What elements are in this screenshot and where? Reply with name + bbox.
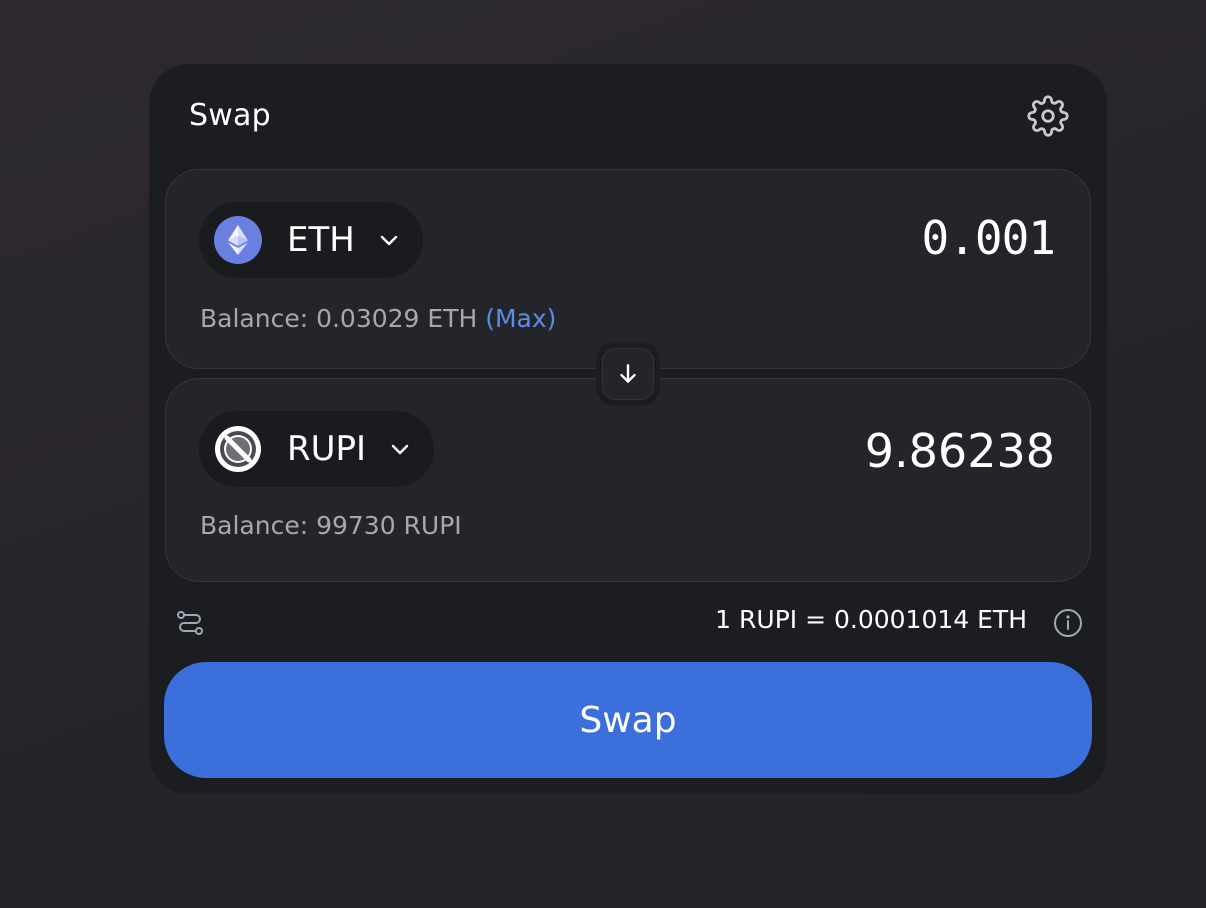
chevron-down-icon xyxy=(386,435,414,463)
exchange-rate: 1 RUPI = 0.0001014 ETH xyxy=(715,605,1027,634)
from-token-panel: ETH Balance: 0.03029 ETH (Max) xyxy=(165,169,1091,369)
chevron-down-icon xyxy=(375,226,403,254)
swap-button[interactable]: Swap xyxy=(164,662,1092,778)
to-balance-label: Balance: 99730 RUPI xyxy=(200,511,462,540)
info-icon[interactable] xyxy=(1052,607,1084,639)
to-balance: Balance: 99730 RUPI xyxy=(200,511,462,540)
to-token-panel: RUPI Balance: 99730 RUPI xyxy=(165,378,1091,582)
arrow-down-icon xyxy=(620,364,636,383)
route-icon[interactable] xyxy=(174,607,206,639)
swap-card: Swap ETH 0.001 Balance: 0.03029 ETH (Max… xyxy=(149,64,1107,794)
to-amount-input[interactable] xyxy=(653,423,1057,479)
switch-direction-button[interactable] xyxy=(602,348,654,400)
switch-direction-container xyxy=(596,342,660,406)
no-symbol-icon xyxy=(214,425,262,473)
gear-icon xyxy=(1027,95,1069,137)
card-title: Swap xyxy=(189,98,271,133)
from-token-symbol: ETH xyxy=(287,220,355,260)
from-balance-label: Balance: 0.03029 ETH xyxy=(200,304,478,333)
to-token-symbol: RUPI xyxy=(287,429,367,469)
from-amount-input[interactable] xyxy=(653,210,1057,266)
settings-button[interactable] xyxy=(1026,94,1070,138)
max-button[interactable]: (Max) xyxy=(485,304,556,333)
from-balance: Balance: 0.03029 ETH (Max) xyxy=(200,304,556,333)
eth-logo-icon xyxy=(214,216,262,264)
from-token-selector[interactable]: ETH xyxy=(199,202,423,278)
to-token-selector[interactable]: RUPI xyxy=(199,411,435,487)
